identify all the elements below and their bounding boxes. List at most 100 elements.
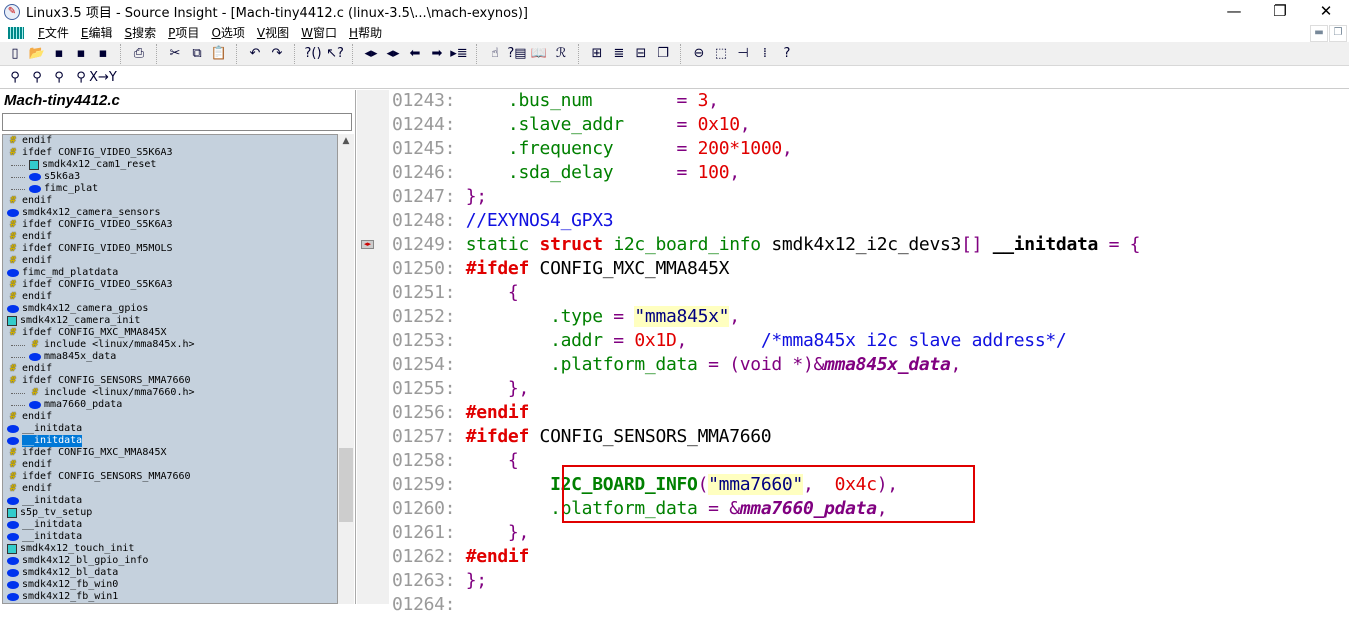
save-as-icon[interactable]: ▪ [70, 44, 92, 64]
activate-icon[interactable]: ⊖ [688, 44, 710, 64]
tree-item[interactable]: smdk4x12_bl_data [3, 567, 337, 579]
tree-item[interactable]: # ifdef CONFIG_VIDEO_S5K6A3 [3, 279, 337, 291]
tree-item[interactable]: __initdata [3, 531, 337, 543]
replace-icon[interactable]: X→Y [89, 67, 117, 87]
tree-item[interactable]: # ifdef CONFIG_SENSORS_MMA7660 [3, 375, 337, 387]
find-next-icon[interactable]: ⚲ [48, 67, 70, 87]
tree-item[interactable]: mma7660_pdata [3, 399, 337, 411]
tree-item[interactable]: # endif [3, 195, 337, 207]
close-button[interactable]: ✕ [1303, 0, 1349, 23]
line-number: 01256: [392, 402, 466, 423]
forward-icon[interactable]: ➡ [426, 44, 448, 64]
tree-icon[interactable]: ⊣ [732, 44, 754, 64]
restore-button[interactable]: ❐ [1257, 0, 1303, 23]
page-view-icon[interactable]: ≣ [608, 44, 630, 64]
code-editor[interactable]: 01243: .bus_num = 3, 01244: .slave_addr =… [392, 89, 1141, 617]
tree-item[interactable]: fimc_plat [3, 183, 337, 195]
menu-o[interactable]: O选项 [211, 24, 244, 41]
tree-item[interactable]: smdk4x12_touch_init [3, 543, 337, 555]
menu-w[interactable]: W窗口 [301, 24, 337, 41]
tree-item[interactable]: smdk4x12_fb_win0 [3, 579, 337, 591]
split-view-icon[interactable]: ⊟ [630, 44, 652, 64]
tree-item-label: endif [22, 411, 53, 422]
scroll-thumb[interactable] [339, 448, 353, 522]
symbol-info-icon[interactable]: ?▤ [506, 44, 528, 64]
symbol-scrollbar[interactable]: ▲ [338, 134, 354, 604]
tree-item[interactable]: # ifdef CONFIG_MXC_MMA845X [3, 447, 337, 459]
new-file-icon[interactable]: ▯ [4, 44, 26, 64]
tree-item[interactable]: mma845x_data [3, 351, 337, 363]
tree-item[interactable]: # endif [3, 291, 337, 303]
browse-icon[interactable]: 📖 [528, 44, 550, 64]
tree-item[interactable]: # endif [3, 135, 337, 147]
tree-item[interactable]: # endif [3, 483, 337, 495]
layout-icon[interactable]: ⁞ [754, 44, 776, 64]
redo-icon[interactable]: ↷ [266, 44, 288, 64]
minimize-button[interactable]: — [1211, 0, 1257, 23]
outline-icon[interactable]: ▸≣ [448, 44, 470, 64]
mdi-minimize-button[interactable]: ▬ [1310, 25, 1328, 42]
print-icon[interactable]: ⎙ [128, 44, 150, 64]
tree-item[interactable]: # ifdef CONFIG_MXC_MMA845X [3, 327, 337, 339]
open-file-icon[interactable]: 📂 [26, 44, 48, 64]
cut-icon[interactable]: ✂ [164, 44, 186, 64]
jump-back-icon[interactable]: ◂▸ [360, 44, 382, 64]
mdi-restore-button[interactable]: ❐ [1329, 25, 1347, 42]
tree-item[interactable]: smdk4x12_camera_init [3, 315, 337, 327]
tree-item[interactable]: # ifdef CONFIG_VIDEO_S5K6A3 [3, 219, 337, 231]
tree-item[interactable]: __initdata [3, 435, 337, 447]
tree-item[interactable]: smdk4x12_bl_gpio_info [3, 555, 337, 567]
tree-item[interactable]: fimc_md_platdata [3, 267, 337, 279]
tree-item[interactable]: smdk4x12_cam1_reset [3, 159, 337, 171]
help-icon[interactable]: ? [776, 44, 798, 64]
scroll-up-icon[interactable]: ▲ [338, 136, 354, 146]
paste-icon[interactable]: 📋 [208, 44, 230, 64]
tile-windows-icon[interactable]: ⊞ [586, 44, 608, 64]
find-icon[interactable]: ⚲ [4, 67, 26, 87]
copy-icon[interactable]: ⧉ [186, 44, 208, 64]
tree-item[interactable]: __initdata [3, 519, 337, 531]
menu-p[interactable]: P项目 [168, 24, 199, 41]
tree-item[interactable]: # endif [3, 363, 337, 375]
resize-icon[interactable]: ⬚ [710, 44, 732, 64]
context-help-icon[interactable]: ↖? [324, 44, 346, 64]
preprocessor-icon: # [9, 471, 17, 482]
menu-v[interactable]: V视图 [257, 24, 289, 41]
tree-item[interactable]: smdk4x12_camera_sensors [3, 207, 337, 219]
tree-item[interactable]: # include <linux/mma845x.h> [3, 339, 337, 351]
tree-item[interactable]: smdk4x12_fb_win1 [3, 591, 337, 603]
tree-item[interactable]: # endif [3, 411, 337, 423]
symbol-filter-input[interactable] [2, 113, 352, 131]
tree-item[interactable]: # endif [3, 231, 337, 243]
undo-icon[interactable]: ↶ [244, 44, 266, 64]
cascade-icon[interactable]: ❐ [652, 44, 674, 64]
find-prev-icon[interactable]: ⚲ [26, 67, 48, 87]
menu-f[interactable]: F文件 [38, 24, 69, 41]
tree-item[interactable]: __initdata [3, 495, 337, 507]
document-menu-icon[interactable] [8, 26, 24, 39]
preprocessor-icon: # [9, 363, 17, 374]
tree-item[interactable]: # ifdef CONFIG_VIDEO_M5MOLS [3, 243, 337, 255]
back-icon[interactable]: ⬅ [404, 44, 426, 64]
lookup-references-icon[interactable]: ☝ [484, 44, 506, 64]
menu-e[interactable]: E编辑 [81, 24, 113, 41]
menu-h[interactable]: H帮助 [349, 24, 382, 41]
parenthesis-icon[interactable]: ?() [302, 44, 324, 64]
tree-item[interactable]: s5k6a3 [3, 171, 337, 183]
tree-item[interactable]: __initdata [3, 423, 337, 435]
code-token: .frequency [507, 138, 614, 159]
tree-item[interactable]: # ifdef CONFIG_SENSORS_MMA7660 [3, 471, 337, 483]
relation-icon[interactable]: ℛ [550, 44, 572, 64]
menu-s[interactable]: S搜索 [125, 24, 157, 41]
tree-item[interactable]: # ifdef CONFIG_VIDEO_S5K6A3 [3, 147, 337, 159]
tree-item[interactable]: # endif [3, 255, 337, 267]
tree-item[interactable]: # endif [3, 459, 337, 471]
tree-item[interactable]: s5p_tv_setup [3, 507, 337, 519]
save-all-icon[interactable]: ▪ [92, 44, 114, 64]
jump-forward-icon[interactable]: ◂▸ [382, 44, 404, 64]
tree-item-label: endif [22, 483, 53, 494]
tree-item[interactable]: smdk4x12_camera_gpios [3, 303, 337, 315]
tree-item[interactable]: # include <linux/mma7660.h> [3, 387, 337, 399]
preprocessor-icon: # [9, 291, 17, 302]
save-icon[interactable]: ▪ [48, 44, 70, 64]
